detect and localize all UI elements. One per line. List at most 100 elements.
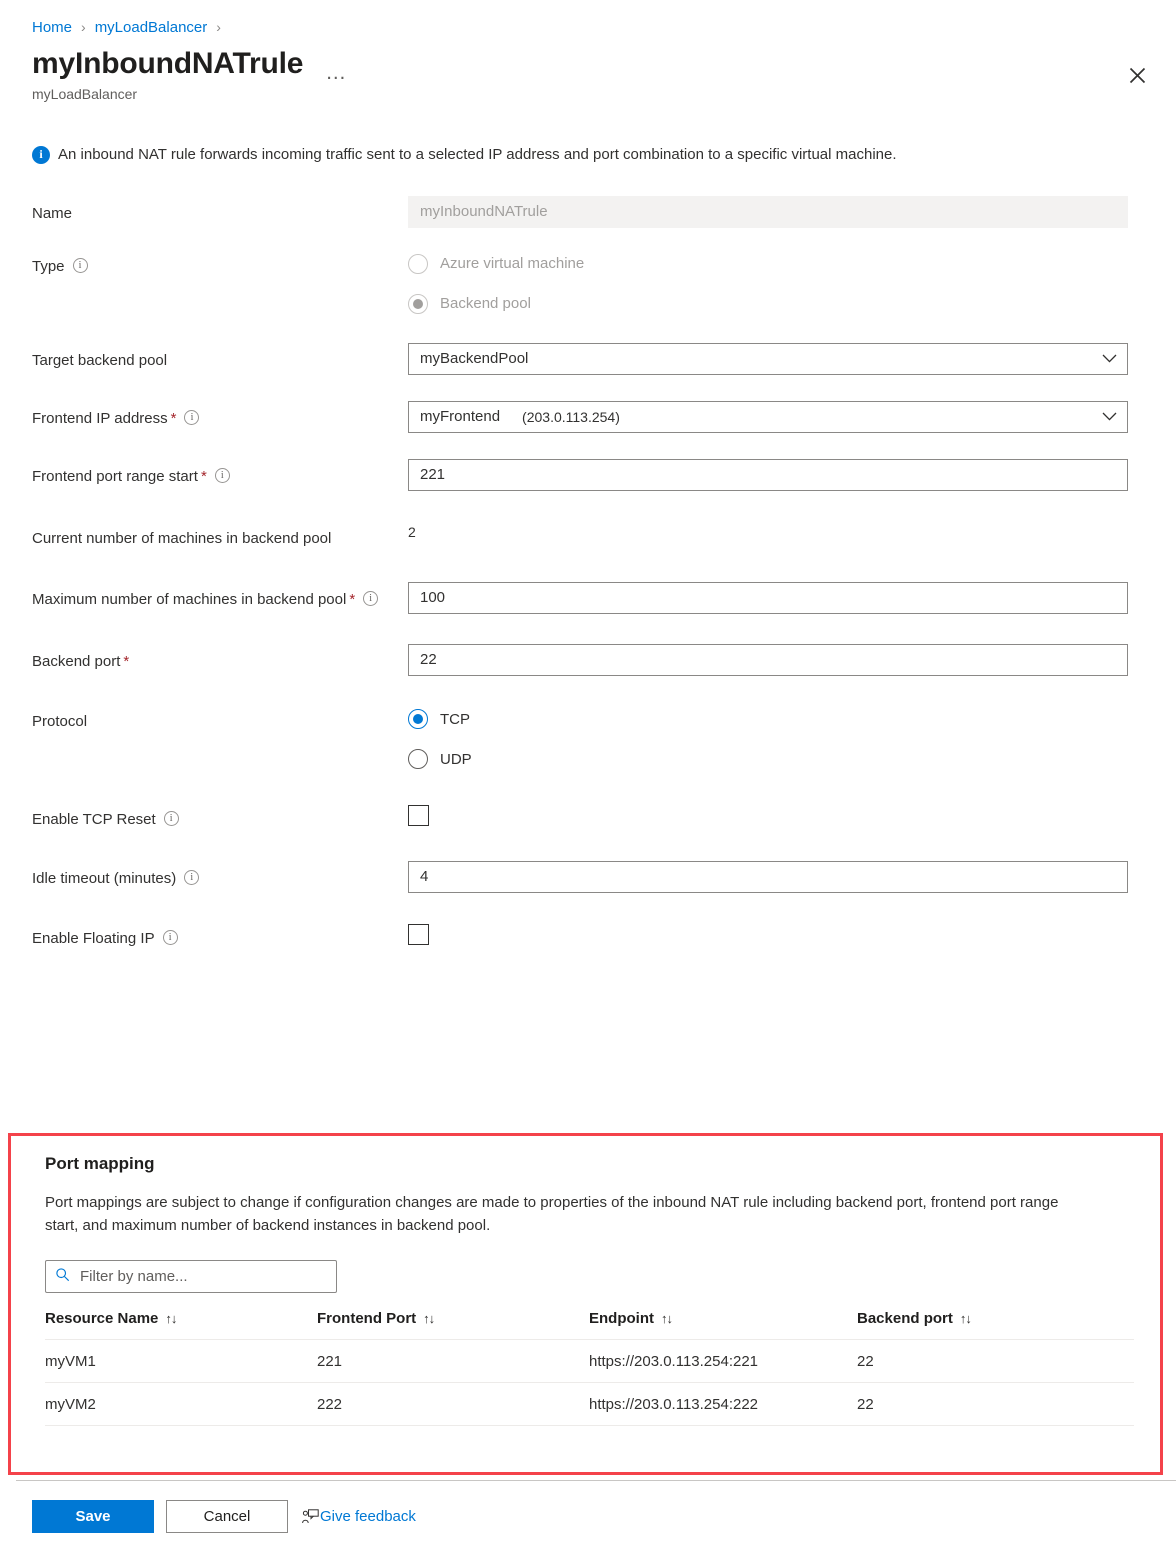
required-asterisk-frontend-port: * xyxy=(201,465,207,488)
port-mapping-table: Resource Name↑↓ Frontend Port↑↓ Endpoint… xyxy=(45,1308,1134,1426)
info-banner: i An inbound NAT rule forwards incoming … xyxy=(32,144,1136,166)
radio-protocol-tcp[interactable]: TCP xyxy=(408,704,1128,734)
info-tooltip-icon-max-machines[interactable]: i xyxy=(363,591,378,606)
radio-label-azure-vm: Azure virtual machine xyxy=(440,255,584,272)
field-row-backend-port: Backend port * 22 xyxy=(32,644,1128,676)
info-tooltip-icon-idle-timeout[interactable]: i xyxy=(184,870,199,885)
field-row-idle-timeout: Idle timeout (minutes) i 4 xyxy=(32,861,1128,893)
label-frontend-ip: Frontend IP address * i xyxy=(32,401,408,430)
label-name: Name xyxy=(32,196,408,225)
search-input[interactable] xyxy=(78,1267,327,1286)
radio-label-backend-pool: Backend pool xyxy=(440,295,531,312)
sort-icon-backend-port[interactable]: ↑↓ xyxy=(960,1311,971,1326)
field-row-frontend-port-range-start: Frontend port range start * i 221 xyxy=(32,459,1128,491)
label-idle-timeout: Idle timeout (minutes) i xyxy=(32,861,408,890)
radio-indicator-tcp xyxy=(408,709,428,729)
column-header-frontend-port[interactable]: Frontend Port↑↓ xyxy=(317,1308,589,1340)
backend-port-input[interactable]: 22 xyxy=(408,644,1128,676)
label-backend-port: Backend port * xyxy=(32,644,408,673)
column-header-backend-port[interactable]: Backend port↑↓ xyxy=(857,1308,1134,1340)
save-button[interactable]: Save xyxy=(32,1500,154,1533)
label-max-machines: Maximum number of machines in backend po… xyxy=(32,582,408,611)
nat-rule-form: Name myInboundNATrule Type i Azure virtu… xyxy=(0,196,1176,951)
cell-backend-port: 22 xyxy=(857,1339,1134,1382)
info-icon: i xyxy=(32,146,50,164)
give-feedback-label: Give feedback xyxy=(320,1508,416,1525)
radio-label-udp: UDP xyxy=(440,751,472,768)
frontend-ip-select[interactable]: myFrontend (203.0.113.254) xyxy=(408,401,1128,433)
field-row-max-machines: Maximum number of machines in backend po… xyxy=(32,582,1128,614)
page-header: myInboundNATrule … xyxy=(0,40,1176,83)
field-row-current-machines: Current number of machines in backend po… xyxy=(32,521,1128,550)
sort-icon-endpoint[interactable]: ↑↓ xyxy=(661,1311,672,1326)
name-input: myInboundNATrule xyxy=(408,196,1128,228)
cancel-button[interactable]: Cancel xyxy=(166,1500,288,1533)
info-tooltip-icon-floating-ip[interactable]: i xyxy=(163,930,178,945)
chevron-down-icon-2 xyxy=(1102,402,1117,432)
breadcrumb: Home › myLoadBalancer › xyxy=(0,0,1176,40)
info-tooltip-icon-frontend-port[interactable]: i xyxy=(215,468,230,483)
field-row-enable-floating-ip: Enable Floating IP i xyxy=(32,921,1128,950)
field-row-protocol: Protocol TCP UDP xyxy=(32,704,1128,784)
radio-type-backend-pool: Backend pool xyxy=(408,289,1128,319)
more-options-button[interactable]: … xyxy=(325,62,348,83)
frontend-port-range-start-input[interactable]: 221 xyxy=(408,459,1128,491)
radio-indicator-azure-vm xyxy=(408,254,428,274)
footer-divider xyxy=(16,1480,1176,1481)
current-machines-value: 2 xyxy=(408,521,1128,540)
radio-type-azure-vm: Azure virtual machine xyxy=(408,249,1128,279)
table-header-row: Resource Name↑↓ Frontend Port↑↓ Endpoint… xyxy=(45,1308,1134,1340)
sort-icon-frontend-port[interactable]: ↑↓ xyxy=(423,1311,434,1326)
info-banner-text: An inbound NAT rule forwards incoming tr… xyxy=(58,144,897,166)
feedback-icon xyxy=(302,1509,319,1524)
required-asterisk-max-machines: * xyxy=(349,588,355,611)
column-header-endpoint[interactable]: Endpoint↑↓ xyxy=(589,1308,857,1340)
table-row: myVM2 222 https://203.0.113.254:222 22 xyxy=(45,1382,1134,1425)
radio-protocol-udp[interactable]: UDP xyxy=(408,744,1128,774)
field-row-name: Name myInboundNATrule xyxy=(32,196,1128,228)
filter-by-name-box[interactable] xyxy=(45,1260,337,1293)
idle-timeout-input[interactable]: 4 xyxy=(408,861,1128,893)
label-frontend-port-range-start: Frontend port range start * i xyxy=(32,459,408,488)
cell-resource-name: myVM2 xyxy=(45,1382,317,1425)
radio-indicator-backend-pool xyxy=(408,294,428,314)
search-icon xyxy=(55,1267,70,1286)
enable-floating-ip-checkbox[interactable] xyxy=(408,924,429,945)
label-type: Type i xyxy=(32,249,408,278)
port-mapping-title: Port mapping xyxy=(45,1154,1134,1174)
label-enable-floating-ip: Enable Floating IP i xyxy=(32,921,408,950)
info-tooltip-icon-type[interactable]: i xyxy=(73,258,88,273)
target-backend-pool-select[interactable]: myBackendPool xyxy=(408,343,1128,375)
frontend-ip-value: myFrontend xyxy=(420,408,500,425)
enable-tcp-reset-checkbox[interactable] xyxy=(408,805,429,826)
sort-icon-resource-name[interactable]: ↑↓ xyxy=(165,1311,176,1326)
info-tooltip-icon-tcp-reset[interactable]: i xyxy=(164,811,179,826)
max-machines-input[interactable]: 100 xyxy=(408,582,1128,614)
close-icon[interactable] xyxy=(1120,58,1154,92)
cell-frontend-port: 221 xyxy=(317,1339,589,1382)
field-row-enable-tcp-reset: Enable TCP Reset i xyxy=(32,802,1128,831)
breadcrumb-item-myloadbalancer[interactable]: myLoadBalancer xyxy=(95,19,208,36)
cell-endpoint: https://203.0.113.254:222 xyxy=(589,1382,857,1425)
footer-actions: Save Cancel Give feedback xyxy=(32,1500,416,1533)
breadcrumb-item-home[interactable]: Home xyxy=(32,19,72,36)
column-header-resource-name[interactable]: Resource Name↑↓ xyxy=(45,1308,317,1340)
cell-resource-name: myVM1 xyxy=(45,1339,317,1382)
field-row-type: Type i Azure virtual machine Backend poo… xyxy=(32,249,1128,329)
radio-label-tcp: TCP xyxy=(440,711,470,728)
required-asterisk-frontend-ip: * xyxy=(171,407,177,430)
chevron-right-icon-2: › xyxy=(216,19,221,35)
cell-backend-port: 22 xyxy=(857,1382,1134,1425)
chevron-right-icon: › xyxy=(81,19,86,35)
info-tooltip-icon-frontend-ip[interactable]: i xyxy=(184,410,199,425)
field-row-frontend-ip: Frontend IP address * i myFrontend (203.… xyxy=(32,401,1128,433)
label-current-machines: Current number of machines in backend po… xyxy=(32,521,408,550)
label-enable-tcp-reset: Enable TCP Reset i xyxy=(32,802,408,831)
frontend-ip-detail: (203.0.113.254) xyxy=(522,409,620,425)
label-target-backend-pool: Target backend pool xyxy=(32,343,408,372)
port-mapping-section: Port mapping Port mappings are subject t… xyxy=(8,1133,1163,1475)
give-feedback-link[interactable]: Give feedback xyxy=(302,1508,416,1525)
radio-indicator-udp xyxy=(408,749,428,769)
page-title: myInboundNATrule xyxy=(32,47,303,82)
table-row: myVM1 221 https://203.0.113.254:221 22 xyxy=(45,1339,1134,1382)
